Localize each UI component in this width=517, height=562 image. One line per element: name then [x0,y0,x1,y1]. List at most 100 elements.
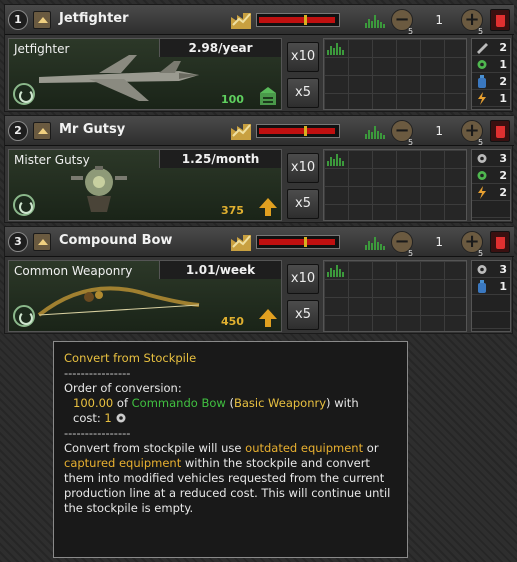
gear-icon [477,60,487,69]
resource-row: 3 [472,261,510,278]
arrow-up-icon [259,198,277,216]
cost-value: 1 [104,411,112,425]
line-number: 1 [8,10,28,30]
line-number: 2 [8,121,28,141]
resource-value: 2 [499,41,507,54]
bottle-icon [478,280,486,293]
trend-icon [365,237,385,250]
priority-up-button[interactable] [33,122,51,140]
production-line-2[interactable]: 2 Mr Gutsy − 5 1 + 5 Mister Gutsy 1.25/m… [4,115,514,223]
equipment-panel[interactable]: Mister Gutsy 1.25/month 375 [8,149,282,221]
factory-count: 1 [435,124,443,138]
resource-value: 1 [499,92,507,105]
trend-icon [365,15,385,28]
outdated-equipment: outdated equipment [245,441,364,455]
trash-icon[interactable] [490,231,510,253]
step-label: 5 [478,249,484,258]
trend-icon [327,265,344,277]
tooltip-description: Convert from stockpile will use outdated… [64,441,397,516]
equipment-value: 100 [221,93,244,106]
trash-icon[interactable] [490,9,510,31]
factory-count: 1 [435,13,443,27]
of-text: of [116,396,128,410]
resource-value: 2 [499,186,507,199]
resource-panel: 3 2 2 [471,149,511,221]
bow-icon [37,286,200,317]
line-title: Mr Gutsy [59,122,126,137]
line-header: 2 Mr Gutsy − 5 1 + 5 [5,116,514,147]
multiply-5-button[interactable]: x5 [287,189,319,219]
line-header: 3 Compound Bow − 5 1 + 5 [5,227,514,258]
step-label: 5 [408,27,414,36]
step-label: 5 [408,249,414,258]
divider: ---------------- [64,366,131,380]
priority-up-button[interactable] [33,11,51,29]
captured-equipment: captured equipment [64,456,182,470]
lightning-icon [478,92,486,105]
cog-icon [477,154,487,163]
resource-row: 3 [472,150,510,167]
cost-label: cost: [73,411,101,425]
convert-stockpile-icon[interactable] [13,83,35,105]
cog-icon [116,413,126,423]
convert-stockpile-icon[interactable] [13,305,35,327]
line-title: Jetfighter [59,11,129,26]
jetfighter-icon [39,55,199,101]
trend-icon [327,154,344,166]
efficiency-bar [256,235,340,249]
arrow-up-icon [259,309,277,327]
line-number: 3 [8,232,28,252]
multiply-10-button[interactable]: x10 [287,153,319,183]
production-line-3[interactable]: 3 Compound Bow − 5 1 + 5 Common Weaponry… [4,226,514,334]
stockpile-grid [323,260,467,332]
resource-value: 1 [499,280,507,293]
trend-icon [327,43,344,55]
resource-value: 3 [499,152,507,165]
efficiency-bar [256,13,340,27]
resource-row: 2 [472,39,510,56]
multiply-10-button[interactable]: x10 [287,42,319,72]
equipment-value: 375 [221,204,244,217]
efficiency-marker [304,126,307,136]
efficiency-marker [304,15,307,25]
efficiency-fill [259,17,335,23]
multiply-5-button[interactable]: x5 [287,300,319,330]
resource-value: 2 [499,75,507,88]
bottle-icon [478,75,486,88]
resource-row: 1 [472,56,510,73]
factory-efficiency-icon [231,13,251,29]
tooltip-title: Convert from Stockpile [64,351,197,365]
convert-stockpile-icon[interactable] [13,194,35,216]
resource-value: 2 [499,169,507,182]
divider: ---------------- [64,426,131,440]
conversion-amount: 100.00 [73,396,114,410]
resource-panel: 3 1 [471,260,511,332]
resource-value: 3 [499,263,507,276]
stockpile-grid [323,38,467,110]
cog-icon [477,265,487,274]
efficiency-bar [256,124,340,138]
equipment-panel[interactable]: Common Weaponry 1.01/week 450 [8,260,282,332]
resource-row: 1 [472,90,510,107]
trash-icon[interactable] [490,120,510,142]
production-line-1[interactable]: 1 Jetfighter − 5 1 + 5 Jetfighter 2.98/y… [4,4,514,112]
resource-panel: 2 1 2 1 [471,38,511,110]
priority-up-button[interactable] [33,233,51,251]
conversion-cost: cost: 1 [64,411,397,426]
efficiency-fill [259,128,335,134]
target-item: Commando Bow [131,396,226,410]
equipment-panel[interactable]: Jetfighter 2.98/year 100 [8,38,282,110]
description-part: Convert from stockpile will use [64,441,242,455]
convert-stockpile-tooltip: Convert from Stockpile ---------------- … [53,341,408,558]
gear-icon [477,171,487,180]
stockpile-grid [323,149,467,221]
efficiency-fill [259,239,335,245]
with-text: with [334,396,359,410]
trend-icon [365,126,385,139]
multiply-5-button[interactable]: x5 [287,78,319,108]
wrench-icon [477,43,488,54]
multiply-10-button[interactable]: x10 [287,264,319,294]
step-label: 5 [408,138,414,147]
resource-row [472,295,510,312]
factory-count: 1 [435,235,443,249]
